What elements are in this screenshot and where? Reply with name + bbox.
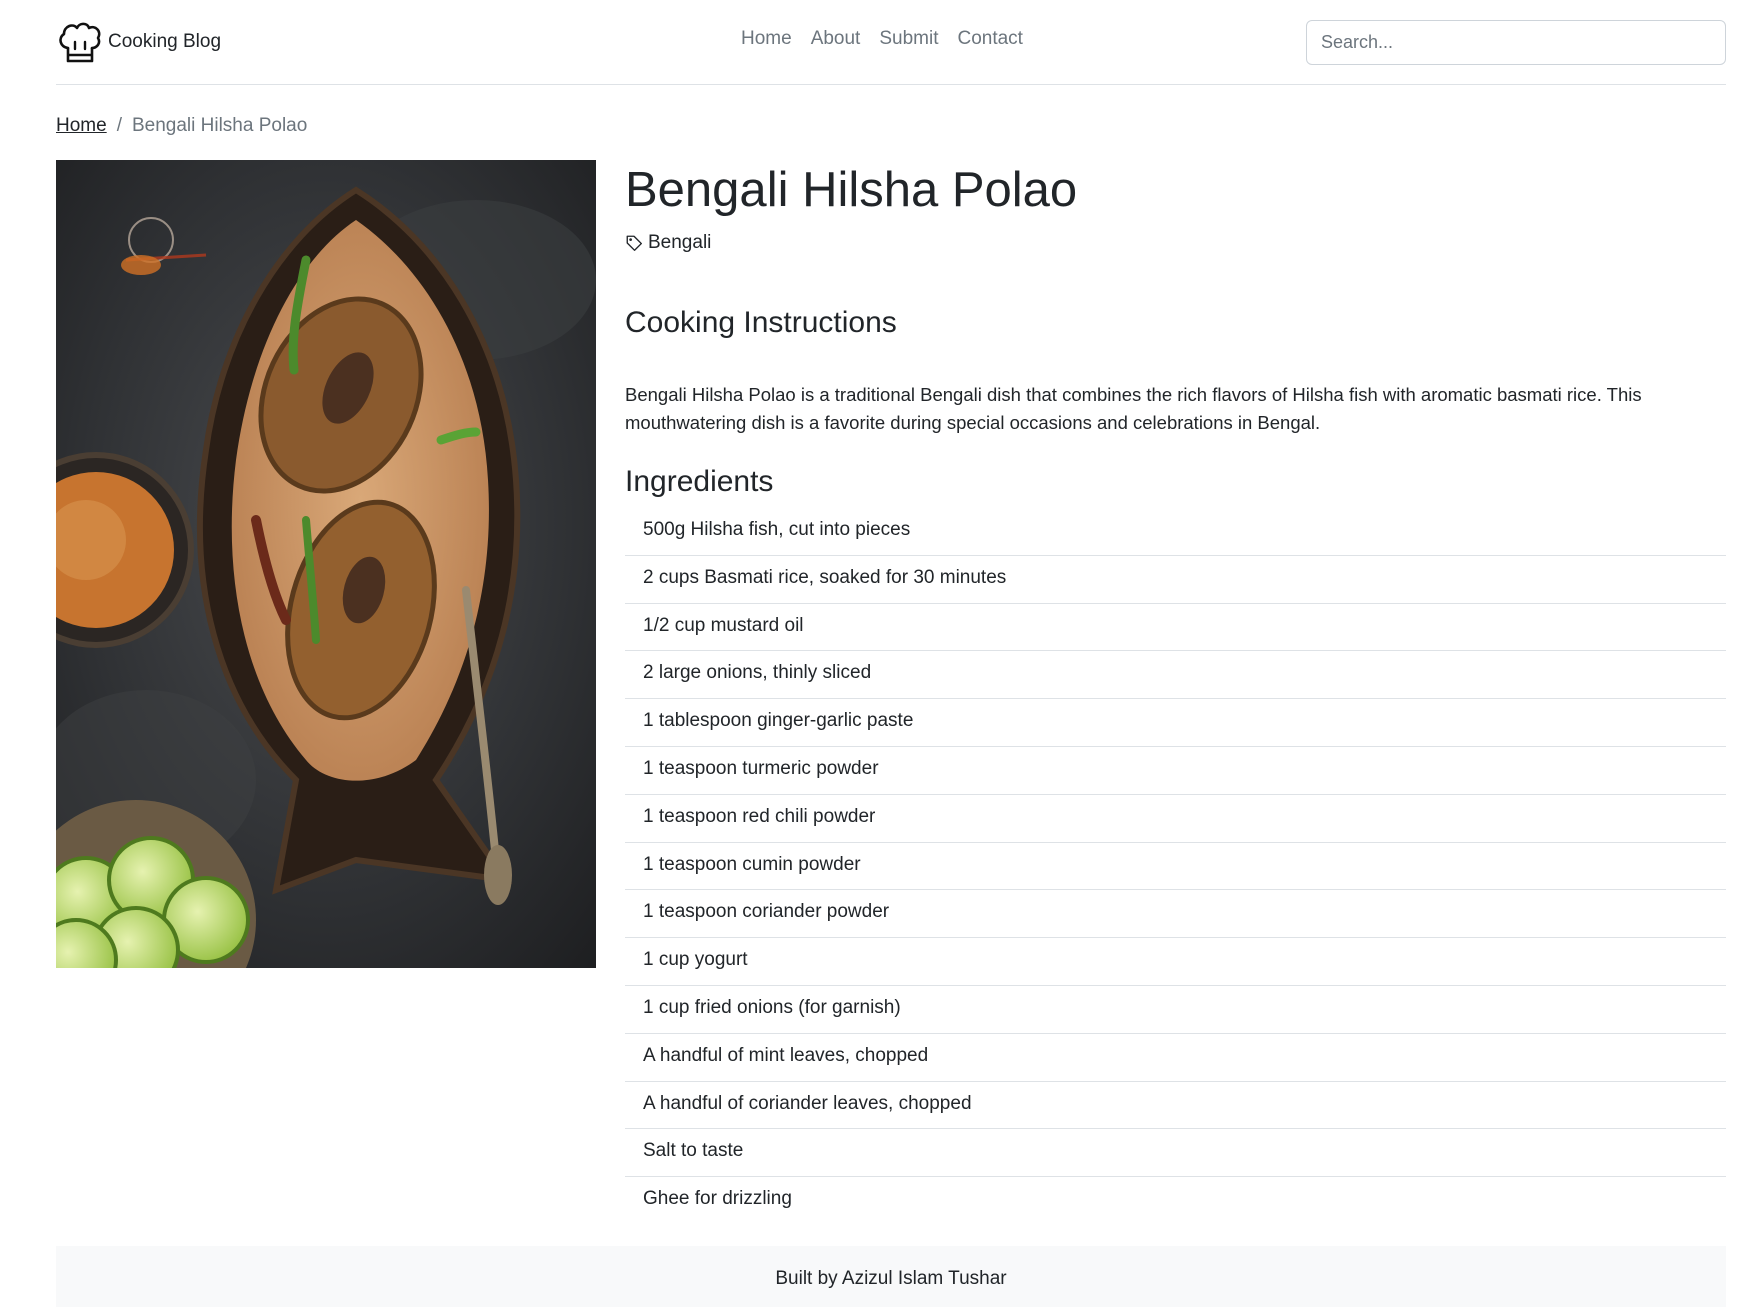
breadcrumb: Home / Bengali Hilsha Polao [56,115,307,137]
brand-name: Cooking Blog [108,31,222,52]
chef-hat-icon [59,22,101,63]
ingredients-heading: Ingredients [625,465,774,498]
ingredient-item: 2 large onions, thinly sliced [625,651,1726,700]
instructions-heading: Cooking Instructions [625,306,897,339]
ingredient-item: 1 teaspoon cumin powder [625,843,1726,891]
ingredient-item: 1 teaspoon coriander powder [625,890,1726,939]
ingredient-item: 1 teaspoon red chili powder [625,795,1726,843]
nav-submit[interactable]: Submit [879,28,938,50]
recipe-content: Bengali Hilsha Polao Bengali Cooking Ins… [625,160,1726,1225]
nav-about[interactable]: About [811,28,861,50]
recipe-description: Bengali Hilsha Polao is a traditional Be… [625,384,1642,433]
main-nav: Home About Submit Contact [741,28,1023,50]
cuisine-tag[interactable]: Bengali [625,232,1726,254]
ingredient-item: 1 teaspoon turmeric powder [625,747,1726,795]
recipe-title: Bengali Hilsha Polao [625,163,1078,217]
breadcrumb-separator: / [116,115,122,136]
brand-link[interactable]: Cooking Blog [56,18,221,66]
nav-home[interactable]: Home [741,28,792,50]
ingredients-list: 500g Hilsha fish, cut into pieces 2 cups… [625,508,1726,1225]
breadcrumb-home[interactable]: Home [56,115,107,137]
ingredient-item: Ghee for drizzling [643,1188,792,1210]
ingredient-item: 500g Hilsha fish, cut into pieces [625,508,1726,556]
breadcrumb-current: Bengali Hilsha Polao [131,115,308,136]
ingredient-item: 1/2 cup mustard oil [625,604,1726,652]
nav-contact[interactable]: Contact [957,28,1022,50]
footer-credit: Built by Azizul Islam Tushar [775,1268,1007,1289]
ingredient-item: 1 tablespoon ginger-garlic paste [625,699,1726,747]
ingredient-item: A handful of mint leaves, chopped [625,1034,1726,1082]
site-header: Cooking Blog Home About Submit Contact [56,0,1726,85]
ingredient-item: 1 cup yogurt [625,938,1726,986]
recipe-image [56,160,596,968]
cuisine-tag-label: Bengali [648,232,712,253]
ingredient-item: 2 cups Basmati rice, soaked for 30 minut… [625,556,1726,604]
site-footer: Built by Azizul Islam Tushar [56,1246,1726,1307]
ingredient-item: 1 cup fried onions (for garnish) [625,986,1726,1034]
ingredient-item: Salt to taste [625,1129,1726,1178]
tag-icon [626,235,642,251]
ingredient-item: A handful of coriander leaves, chopped [625,1082,1726,1130]
search-input[interactable] [1306,20,1726,65]
